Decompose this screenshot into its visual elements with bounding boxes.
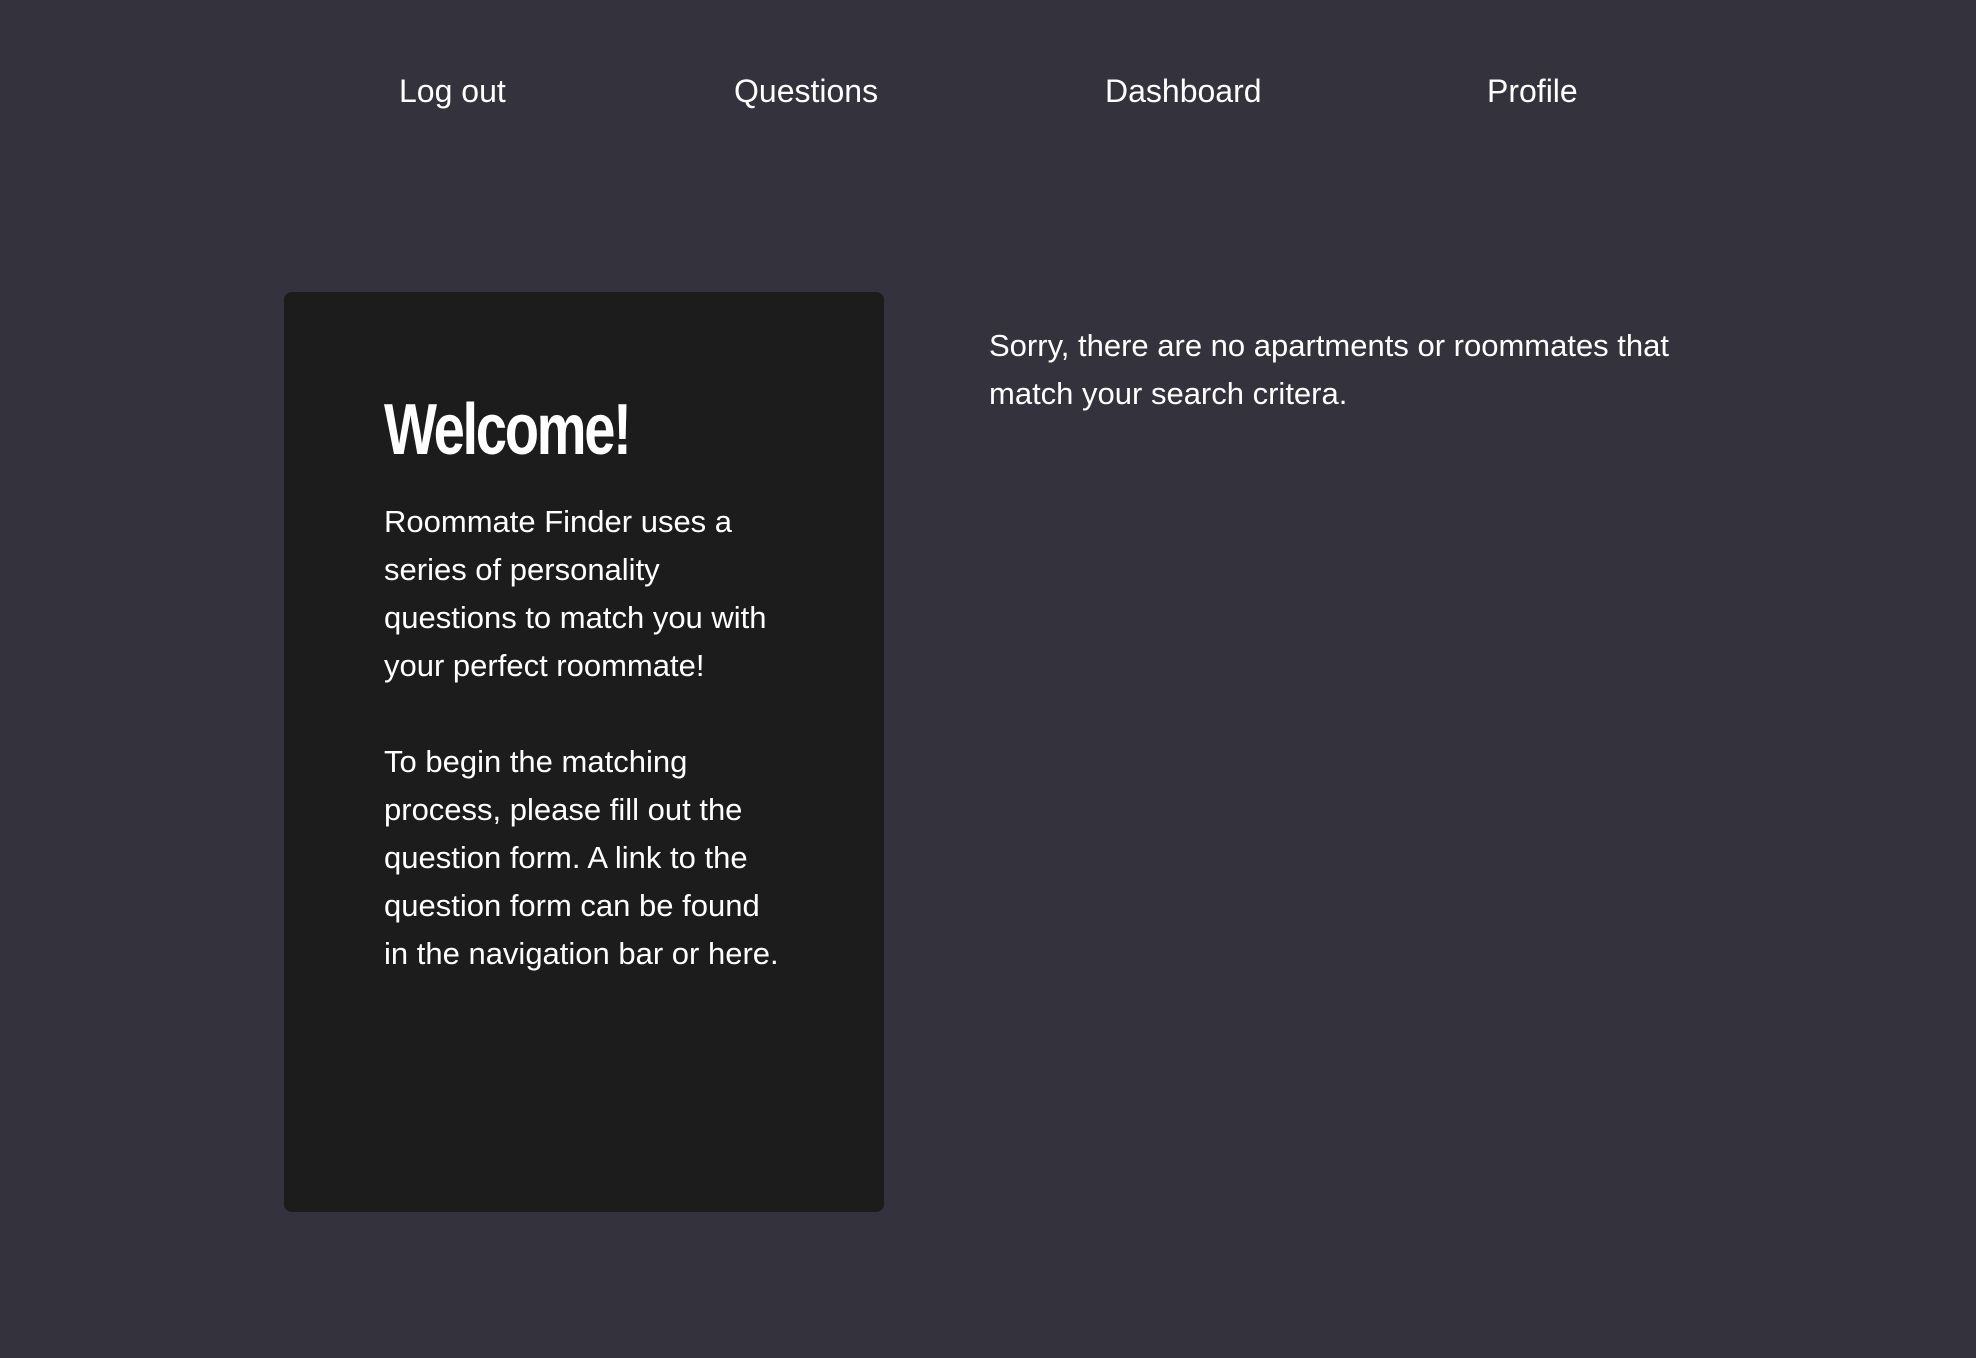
top-navigation: Log out Questions Dashboard Profile bbox=[0, 0, 1976, 190]
nav-link-questions[interactable]: Questions bbox=[734, 73, 878, 110]
welcome-title: Welcome! bbox=[384, 390, 632, 470]
welcome-card: Welcome! Roommate Finder uses a series o… bbox=[284, 292, 884, 1212]
no-results-message: Sorry, there are no apartments or roomma… bbox=[989, 328, 1670, 411]
welcome-intro-text: Roommate Finder uses a series of persona… bbox=[384, 504, 767, 683]
welcome-instructions-text: To begin the matching process, please fi… bbox=[384, 744, 779, 971]
nav-link-dashboard[interactable]: Dashboard bbox=[1105, 73, 1262, 110]
nav-link-log-out[interactable]: Log out bbox=[399, 73, 506, 110]
welcome-content: Welcome! Roommate Finder uses a series o… bbox=[384, 390, 784, 1026]
nav-link-profile[interactable]: Profile bbox=[1487, 73, 1578, 110]
